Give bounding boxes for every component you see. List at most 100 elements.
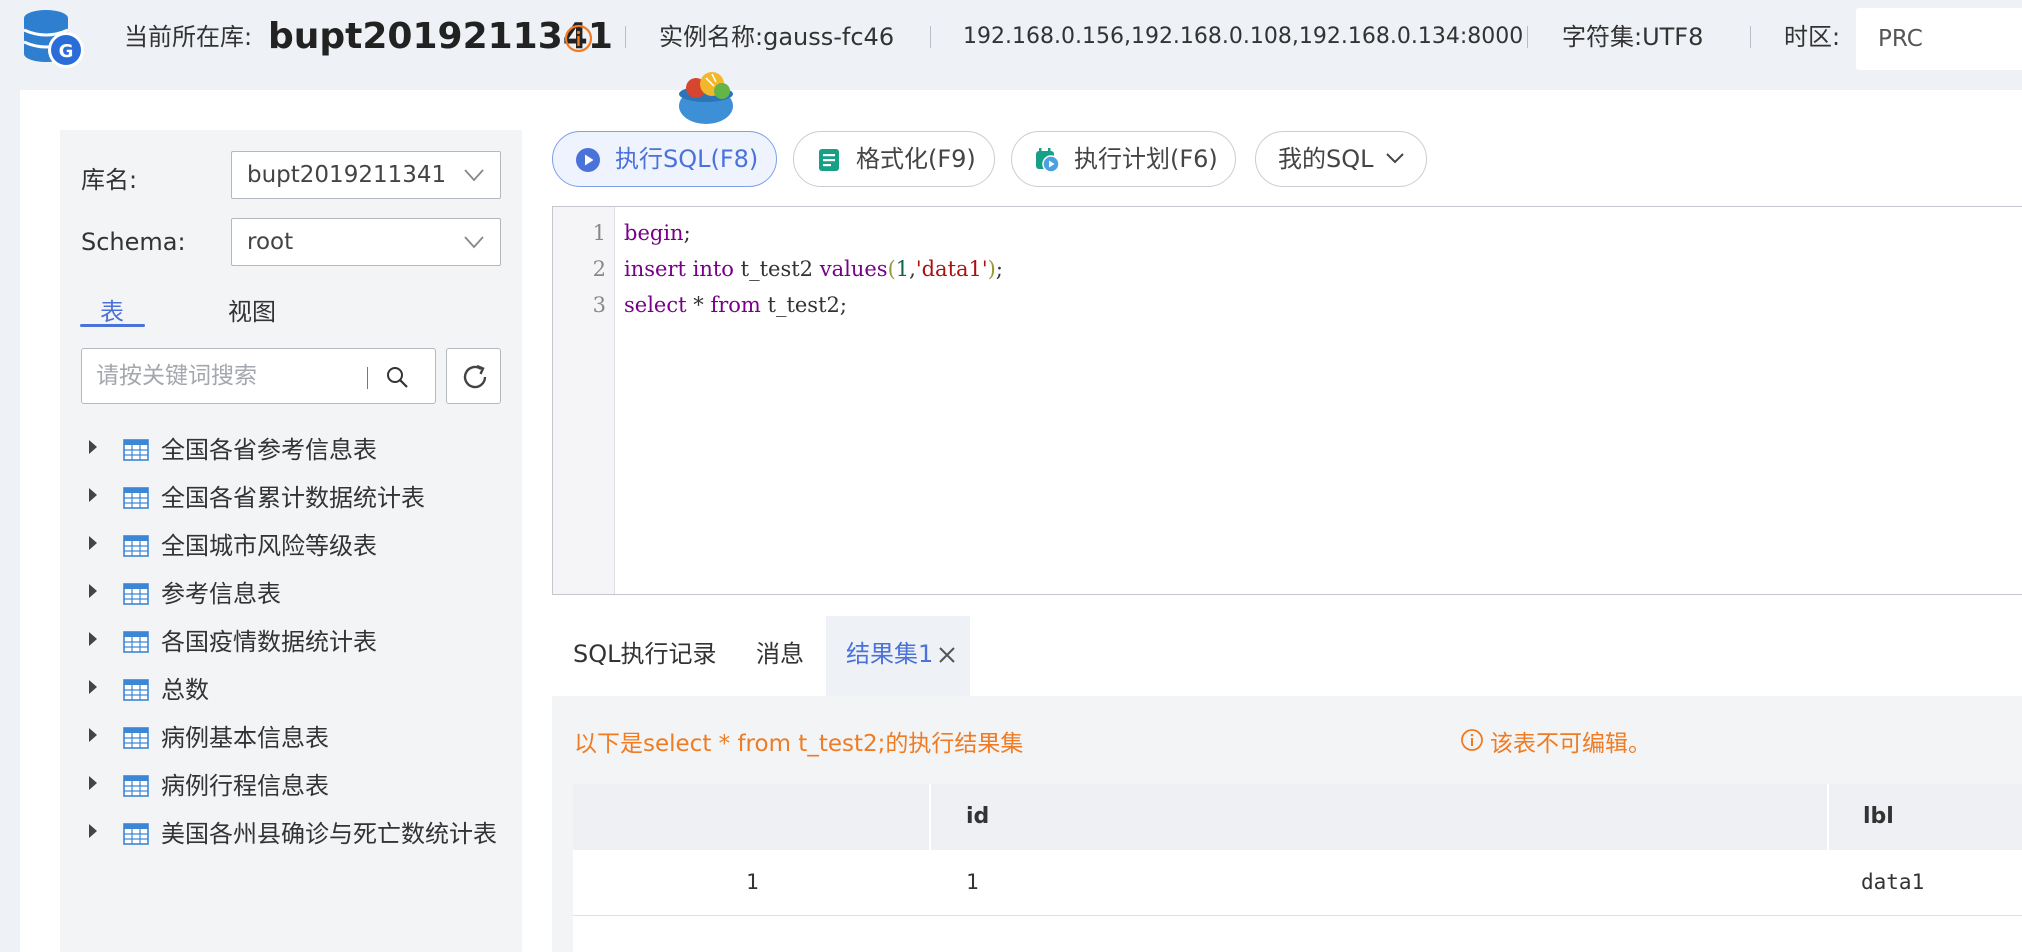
code-punct: ; (683, 221, 691, 245)
sql-editor[interactable]: 1 2 3 begin; insert into t_test2 values(… (552, 206, 2022, 595)
table-icon (123, 679, 149, 701)
mascot-icon (679, 72, 733, 124)
expand-arrow-icon[interactable] (89, 440, 97, 454)
code-keyword: insert (624, 257, 686, 281)
tab-views[interactable]: 视图 (228, 292, 276, 327)
refresh-button[interactable] (446, 348, 501, 404)
instance-address: 192.168.0.156,192.168.0.108,192.168.0.13… (963, 24, 1524, 49)
table-tree-item[interactable]: 全国各省累计数据统计表 (85, 472, 505, 520)
table-name: 全国城市风险等级表 (161, 532, 377, 560)
table-tree-item[interactable]: 全国城市风险等级表 (85, 520, 505, 568)
code-punct: ; (839, 293, 847, 317)
table-tree-item[interactable]: 病例行程信息表 (85, 760, 505, 808)
table-name: 美国各州县确诊与死亡数统计表 (161, 820, 497, 848)
divider (1527, 26, 1528, 48)
result-grid: id lbl 1 1 data1 (573, 784, 2022, 952)
code-number: 1 (895, 257, 910, 281)
expand-arrow-icon[interactable] (89, 680, 97, 694)
code-identifier: t_test2 (767, 293, 840, 317)
format-button[interactable]: 格式化(F9) (793, 131, 995, 187)
table-tree: 全国各省参考信息表全国各省累计数据统计表 全国城市风险等级表参考信息表各国疫情数据… (85, 424, 505, 856)
top-info-bar: G 当前所在库: bupt2019211341 实例名称:gauss-fc46 … (0, 0, 2022, 90)
tab-tables[interactable]: 表 (100, 292, 124, 327)
code-punct: ; (995, 257, 1003, 281)
line-number-gutter: 1 2 3 (553, 207, 615, 594)
table-name: 各国疫情数据统计表 (161, 628, 377, 656)
table-icon (123, 439, 149, 461)
grid-cell-lbl[interactable]: data1 (1861, 870, 1924, 894)
explain-plan-button[interactable]: 执行计划(F6) (1011, 131, 1236, 187)
table-tree-item[interactable]: 总数 (85, 664, 505, 712)
row-number-cell: 1 (746, 870, 759, 894)
expand-arrow-icon[interactable] (89, 584, 97, 598)
tab-messages[interactable]: 消息 (756, 634, 804, 669)
expand-arrow-icon[interactable] (89, 728, 97, 742)
tab-result-set-label: 结果集1 (846, 640, 934, 668)
table-tree-item[interactable]: 参考信息表 (85, 568, 505, 616)
instance-name: 实例名称:gauss-fc46 (659, 23, 895, 51)
active-tab-indicator (80, 324, 145, 327)
code-line: select * from t_test2; (624, 293, 847, 317)
db-select-value: bupt2019211341 (247, 162, 447, 188)
table-tree-item[interactable]: 美国各州县确诊与死亡数统计表 (85, 808, 505, 856)
code-identifier: t_test2 (740, 257, 814, 281)
line-number: 1 (592, 221, 606, 245)
code-paren: ) (987, 257, 996, 281)
expand-arrow-icon[interactable] (89, 536, 97, 550)
table-icon (123, 727, 149, 749)
table-tree-item[interactable]: 各国疫情数据统计表 (85, 616, 505, 664)
code-punct: , (909, 257, 916, 281)
divider (625, 26, 626, 48)
table-name: 全国各省参考信息表 (161, 436, 377, 464)
code-string: 'data1' (915, 257, 988, 281)
code-line: insert into t_test2 values(1,'data1'); (624, 257, 1003, 281)
code-keyword: into (692, 257, 734, 281)
code-keyword: values (819, 257, 888, 281)
my-sql-dropdown[interactable]: 我的SQL (1255, 131, 1427, 187)
search-icon[interactable] (385, 365, 409, 389)
grid-cell-id[interactable]: 1 (966, 870, 979, 894)
timezone-label: 时区: (1784, 23, 1841, 51)
current-db-name: bupt2019211341 (268, 16, 613, 57)
run-sql-button[interactable]: 执行SQL(F8) (552, 131, 777, 187)
explain-plan-label: 执行计划(F6) (1074, 145, 1218, 173)
database-logo-icon: G (23, 10, 84, 68)
table-icon (123, 631, 149, 653)
format-label: 格式化(F9) (856, 145, 976, 173)
expand-arrow-icon[interactable] (89, 824, 97, 838)
db-select[interactable]: bupt2019211341 (231, 151, 501, 199)
table-search-input[interactable] (94, 357, 374, 395)
schema-select-label: Schema: (81, 228, 186, 256)
expand-arrow-icon[interactable] (89, 488, 97, 502)
grid-header-cell[interactable]: id (931, 784, 1827, 850)
table-name: 全国各省累计数据统计表 (161, 484, 425, 512)
table-search (81, 348, 436, 404)
row-divider (573, 915, 2022, 916)
timezone-select[interactable]: PRC (1856, 8, 2022, 70)
grid-header-cell[interactable]: lbl (1829, 784, 2022, 850)
code-keyword: select (624, 293, 687, 317)
line-number: 2 (592, 257, 606, 281)
table-name: 总数 (161, 676, 209, 704)
expand-arrow-icon[interactable] (89, 632, 97, 646)
info-icon[interactable] (564, 24, 593, 53)
execution-plan-icon (1036, 148, 1060, 173)
charset: 字符集:UTF8 (1562, 23, 1704, 51)
code-paren: ( (887, 257, 896, 281)
tab-sql-history[interactable]: SQL执行记录 (573, 634, 717, 669)
expand-arrow-icon[interactable] (89, 776, 97, 790)
code-line: begin; (624, 221, 691, 245)
code-keyword: begin (624, 221, 684, 245)
table-tree-item[interactable]: 病例基本信息表 (85, 712, 505, 760)
svg-text:G: G (59, 41, 74, 62)
table-tree-item[interactable]: 全国各省参考信息表 (85, 424, 505, 472)
table-icon (123, 823, 149, 845)
schema-select[interactable]: root (231, 218, 501, 266)
schema-select-value: root (247, 229, 294, 255)
tab-result-set[interactable]: 结果集1 (826, 616, 970, 696)
close-icon[interactable] (938, 646, 956, 664)
line-number: 3 (592, 293, 606, 317)
play-icon (576, 148, 600, 172)
chevron-down-icon (1386, 153, 1404, 164)
column-header-id: id (966, 804, 990, 829)
